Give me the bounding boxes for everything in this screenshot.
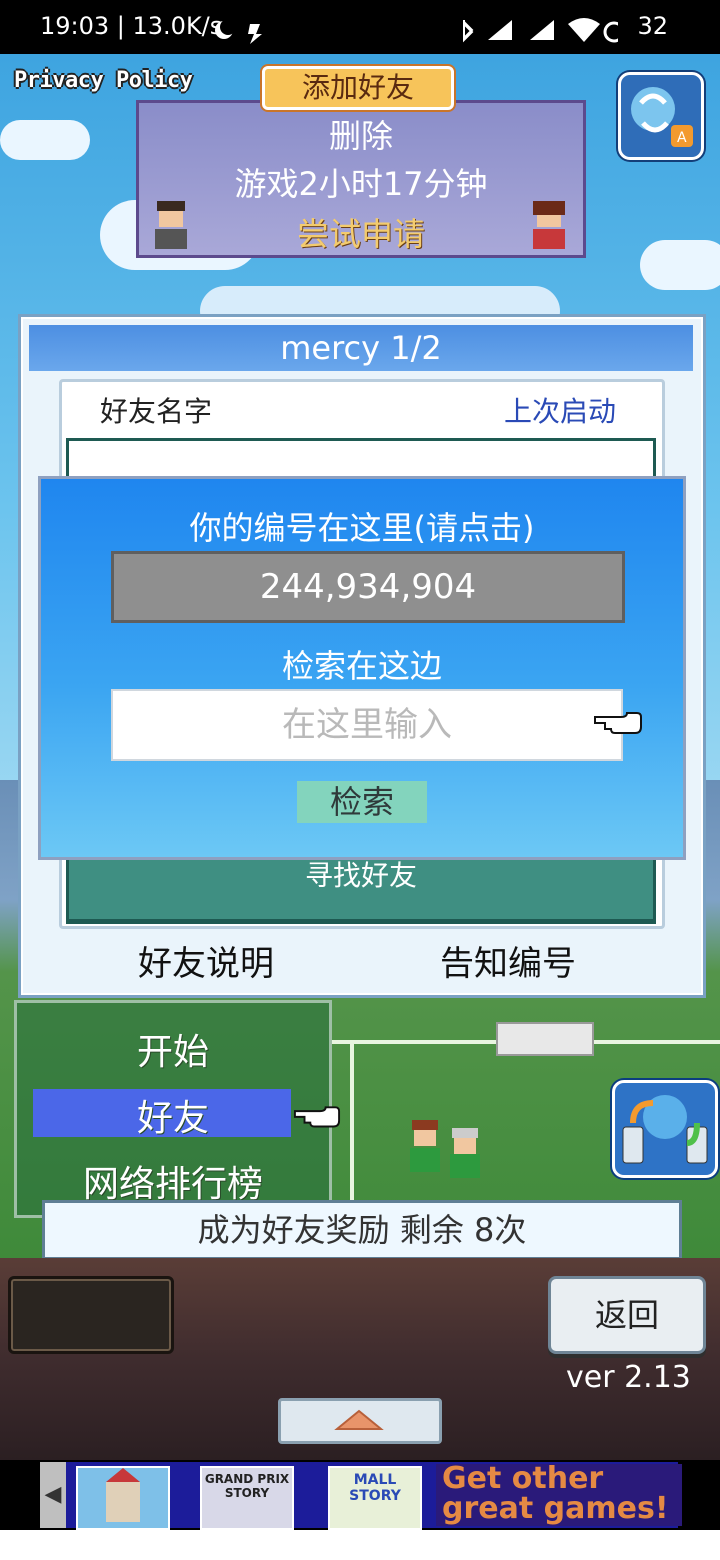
character-avatar-left [155,201,187,249]
chevron-up-icon [334,1409,384,1430]
delete-text[interactable]: 删除 [139,111,583,157]
battery-level: 32 [637,12,668,40]
menu-item-start[interactable]: 开始 [137,1023,209,1075]
ad-prev-arrow[interactable]: ◀ [40,1462,66,1528]
player-characters [410,1120,480,1178]
share-button[interactable] [612,1080,718,1178]
expand-up-button[interactable] [278,1398,442,1444]
friend-reward-status: 成为好友奖励 剩余 8次 [42,1200,682,1260]
ad-tile-title: GRAND PRIX STORY [204,1472,290,1500]
nav-area [0,1530,720,1560]
ad-tile-title: MALL STORY [349,1472,401,1504]
version-label: ver 2.13 [566,1360,691,1395]
cloud [0,120,90,160]
main-menu: 开始 好友 网络排行榜 [14,1000,341,1218]
search-label: 检索在这边 [281,647,442,685]
ad-game-tile[interactable] [76,1466,170,1530]
pointing-hand-icon [293,1106,341,1128]
ad-game-tile[interactable]: MALL STORY [328,1466,422,1530]
notify-id-button[interactable]: 告知编号 [440,936,576,985]
search-button[interactable]: 检索 [297,781,427,823]
cloud [640,240,720,290]
pointing-hand-icon [594,712,642,734]
search-input[interactable]: 在这里输入 [111,689,623,761]
sync-button[interactable]: A [618,72,704,160]
ad-get-other-games[interactable]: Get other great games! [436,1464,682,1526]
status-icons-left [215,20,262,44]
goal [496,1022,594,1056]
sync-icon: A [631,87,693,147]
menu-item-friends[interactable]: 好友 [137,1089,209,1141]
back-button[interactable]: 返回 [548,1276,706,1354]
pitch-line [350,1040,354,1220]
share-globe-icon [622,1095,708,1164]
trial-request-text[interactable]: 尝试申请 [139,209,583,255]
status-time: 19:03 | 13.0K/s [40,12,223,40]
character-avatar-right [533,201,565,249]
tab-add-friend[interactable]: 添加好友 [262,66,454,110]
svg-text:A: A [677,130,687,146]
search-modal: 你的编号在这里(请点击) 244,934,904 检索在这边 在这里输入 检索 [38,476,686,860]
friend-explanation-button[interactable]: 好友说明 [138,936,274,985]
dialog-title: mercy 1/2 [29,325,693,371]
play-time-text: 游戏2小时17分钟 [234,165,488,203]
column-friend-name: 好友名字 [100,395,213,428]
status-icons-right [463,18,618,43]
empty-slot [8,1276,174,1354]
your-id-label: 你的编号在这里(请点击) [189,509,535,547]
friend-request-box[interactable]: 删除 游戏2小时17分钟 尝试申请 [136,100,586,258]
column-last-launch: 上次启动 [504,395,617,428]
ad-game-tile[interactable]: GRAND PRIX STORY [200,1466,294,1530]
castle-icon [106,1468,140,1522]
your-id-value[interactable]: 244,934,904 [111,551,625,623]
privacy-policy-link[interactable]: Privacy Policy [14,68,193,93]
